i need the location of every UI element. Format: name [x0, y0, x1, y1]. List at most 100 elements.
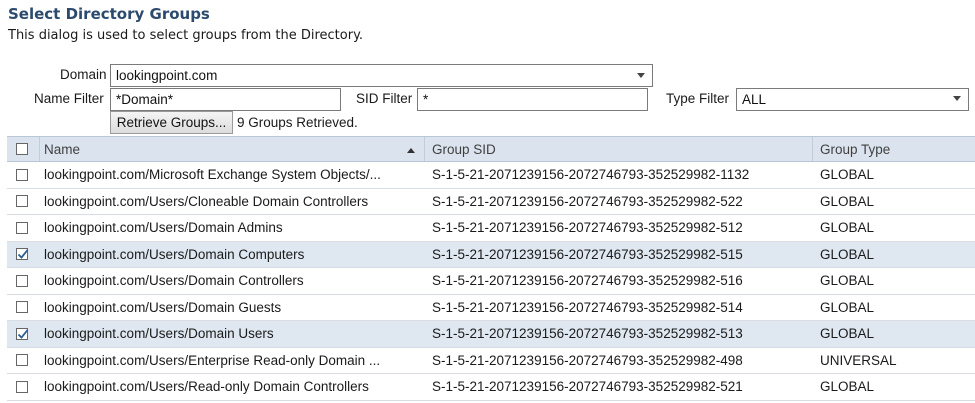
table-row[interactable]: lookingpoint.com/Users/Domain Controller…	[7, 268, 975, 295]
column-divider[interactable]	[812, 137, 813, 161]
groups-table: Name Group SID Group Type lookingpoint.c…	[7, 136, 975, 401]
row-checkbox-cell[interactable]	[7, 268, 37, 294]
type-filter-chevron-down-icon[interactable]	[953, 96, 961, 101]
row-checkbox[interactable]	[16, 327, 29, 340]
group-type-cell: GLOBAL	[820, 215, 970, 241]
group-name-cell: lookingpoint.com/Users/Domain Admins	[44, 215, 424, 241]
group-sid: S-1-5-21-2071239156-2072746793-352529982…	[432, 379, 743, 395]
group-type: GLOBAL	[820, 193, 875, 209]
sid-filter-value: *	[423, 92, 429, 107]
group-sid-cell: S-1-5-21-2071239156-2072746793-352529982…	[432, 374, 812, 400]
group-type-cell: GLOBAL	[820, 295, 970, 321]
name-filter-input[interactable]: *Domain*	[110, 88, 341, 111]
column-header-type-label: Group Type	[820, 141, 891, 157]
column-header-type[interactable]: Group Type	[820, 137, 970, 161]
table-header-row: Name Group SID Group Type	[7, 136, 975, 162]
row-checkbox[interactable]	[16, 221, 28, 234]
group-type-cell: GLOBAL	[820, 242, 970, 268]
type-filter-select[interactable]: ALL	[736, 88, 969, 111]
select-all-checkbox[interactable]	[16, 143, 28, 155]
name-filter-value: *Domain*	[116, 92, 174, 107]
row-checkbox[interactable]	[16, 248, 29, 261]
row-checkbox[interactable]	[16, 354, 28, 367]
column-header-sid[interactable]: Group SID	[432, 137, 812, 161]
group-name: lookingpoint.com/Users/Cloneable Domain …	[44, 193, 369, 209]
group-type: UNIVERSAL	[820, 352, 897, 368]
group-sid-cell: S-1-5-21-2071239156-2072746793-352529982…	[432, 242, 812, 268]
row-checkbox[interactable]	[16, 380, 28, 393]
row-checkbox[interactable]	[16, 168, 28, 181]
group-type: GLOBAL	[820, 167, 875, 183]
group-sid-cell: S-1-5-21-2071239156-2072746793-352529982…	[432, 162, 812, 188]
group-type: GLOBAL	[820, 299, 875, 315]
name-filter-label: Name Filter	[34, 91, 104, 106]
row-checkbox-cell[interactable]	[7, 374, 37, 400]
row-checkbox[interactable]	[16, 274, 28, 287]
row-checkbox-cell[interactable]	[7, 215, 37, 241]
group-name: lookingpoint.com/Users/Domain Guests	[44, 299, 282, 315]
group-type: GLOBAL	[820, 379, 875, 395]
group-sid: S-1-5-21-2071239156-2072746793-352529982…	[432, 193, 743, 209]
group-name: lookingpoint.com/Users/Domain Controller…	[44, 273, 304, 289]
table-row[interactable]: lookingpoint.com/Users/Domain Admins S-1-…	[7, 215, 975, 242]
group-type: GLOBAL	[820, 246, 875, 262]
column-divider[interactable]	[424, 137, 425, 161]
type-filter-label: Type Filter	[666, 91, 730, 106]
table-row[interactable]: lookingpoint.com/Users/Domain Guests S-1-…	[7, 295, 975, 321]
table-row[interactable]: lookingpoint.com/Users/Domain Users S-1-5…	[7, 321, 975, 348]
domain-select-value: lookingpoint.com	[116, 68, 218, 83]
group-sid-cell: S-1-5-21-2071239156-2072746793-352529982…	[432, 295, 812, 321]
group-name: lookingpoint.com/Users/Enterprise Read-o…	[44, 352, 381, 368]
group-name-cell: lookingpoint.com/Users/Domain Computers	[44, 242, 424, 268]
dialog-title: Select Directory Groups	[8, 5, 210, 23]
group-name-cell: lookingpoint.com/Users/Cloneable Domain …	[44, 189, 424, 215]
domain-chevron-down-icon[interactable]	[637, 73, 645, 78]
column-header-sid-label: Group SID	[432, 141, 496, 157]
row-checkbox-cell[interactable]	[7, 242, 37, 268]
sid-filter-label: SID Filter	[356, 91, 413, 106]
group-type-cell: UNIVERSAL	[820, 348, 970, 374]
table-row[interactable]: lookingpoint.com/Users/Domain Computers S…	[7, 241, 975, 268]
retrieve-status: 9 Groups Retrieved.	[237, 115, 358, 130]
row-checkbox-cell[interactable]	[7, 189, 37, 215]
group-type: GLOBAL	[820, 326, 875, 342]
row-checkbox[interactable]	[16, 195, 28, 208]
group-name: lookingpoint.com/Microsoft Exchange Syst…	[44, 167, 381, 183]
row-checkbox-cell[interactable]	[7, 295, 37, 321]
group-name-cell: lookingpoint.com/Microsoft Exchange Syst…	[44, 162, 424, 188]
group-type-cell: GLOBAL	[820, 162, 970, 188]
row-checkbox-cell[interactable]	[7, 162, 37, 188]
checkmark-icon	[17, 329, 29, 339]
group-type-cell: GLOBAL	[820, 268, 970, 294]
group-name-cell: lookingpoint.com/Users/Read-only Domain …	[44, 374, 424, 400]
group-name: lookingpoint.com/Users/Read-only Domain …	[44, 379, 369, 395]
type-filter-value: ALL	[742, 92, 767, 107]
table-row[interactable]: lookingpoint.com/Users/Read-only Domain …	[7, 374, 975, 401]
row-checkbox-cell[interactable]	[7, 348, 37, 374]
column-header-name[interactable]: Name	[44, 137, 424, 161]
group-sid-cell: S-1-5-21-2071239156-2072746793-352529982…	[432, 215, 812, 241]
group-sid: S-1-5-21-2071239156-2072746793-352529982…	[432, 220, 743, 236]
table-row[interactable]: lookingpoint.com/Microsoft Exchange Syst…	[7, 162, 975, 189]
group-sid: S-1-5-21-2071239156-2072746793-352529982…	[432, 352, 743, 368]
domain-select[interactable]: lookingpoint.com	[110, 64, 653, 87]
select-all-cell[interactable]	[7, 137, 37, 161]
group-name-cell: lookingpoint.com/Users/Domain Users	[44, 321, 424, 347]
column-divider[interactable]	[39, 137, 40, 161]
retrieve-groups-button[interactable]: Retrieve Groups...	[110, 111, 233, 134]
group-sid: S-1-5-21-2071239156-2072746793-352529982…	[432, 326, 743, 342]
group-name-cell: lookingpoint.com/Users/Domain Controller…	[44, 268, 424, 294]
sid-filter-input[interactable]: *	[417, 88, 648, 111]
group-sid: S-1-5-21-2071239156-2072746793-352529982…	[432, 273, 743, 289]
group-name: lookingpoint.com/Users/Domain Computers	[44, 246, 305, 262]
dialog-description: This dialog is used to select groups fro…	[8, 28, 364, 43]
group-sid: S-1-5-21-2071239156-2072746793-352529982…	[432, 167, 750, 183]
checkmark-icon	[17, 249, 29, 260]
row-checkbox-cell[interactable]	[7, 321, 37, 347]
row-checkbox[interactable]	[16, 301, 28, 314]
table-row[interactable]: lookingpoint.com/Users/Enterprise Read-o…	[7, 348, 975, 374]
group-type-cell: GLOBAL	[820, 321, 970, 347]
domain-label: Domain	[60, 67, 107, 82]
table-body: lookingpoint.com/Microsoft Exchange Syst…	[7, 162, 975, 401]
table-row[interactable]: lookingpoint.com/Users/Cloneable Domain …	[7, 189, 975, 215]
